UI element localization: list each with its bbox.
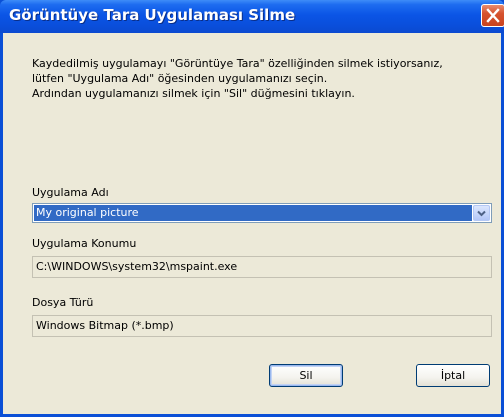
window-title: Görüntüye Tara Uygulaması Silme <box>9 6 296 24</box>
app-name-selected-value[interactable]: My original picture <box>34 205 472 221</box>
close-button[interactable] <box>481 4 504 27</box>
cancel-button[interactable]: İptal <box>416 364 490 387</box>
app-location-field: C:\WINDOWS\system32\mspaint.exe <box>32 256 492 278</box>
instructions-text: Kaydedilmiş uygulamayı "Görüntüye Tara" … <box>32 56 443 101</box>
chevron-down-icon <box>477 210 486 217</box>
close-icon <box>486 8 500 23</box>
file-type-field: Windows Bitmap (*.bmp) <box>32 315 492 337</box>
instructions-line: lütfen "Uygulama Adı" öğesinden uygulama… <box>32 72 328 85</box>
instructions-line: Kaydedilmiş uygulamayı "Görüntüye Tara" … <box>32 57 443 70</box>
title-bar[interactable]: Görüntüye Tara Uygulaması Silme <box>0 0 504 33</box>
instructions-line: Ardından uygulamanızı silmek için "Sil" … <box>32 87 355 100</box>
app-name-dropdown[interactable]: My original picture <box>32 203 492 223</box>
app-location-label: Uygulama Konumu <box>32 237 137 250</box>
dropdown-arrow-button[interactable] <box>473 205 490 221</box>
app-name-label: Uygulama Adı <box>32 186 109 199</box>
delete-button-label: Sil <box>299 369 313 382</box>
dialog-window: Görüntüye Tara Uygulaması Silme Kaydedil… <box>0 0 504 417</box>
file-type-label: Dosya Türü <box>32 296 94 309</box>
delete-button[interactable]: Sil <box>269 364 343 387</box>
cancel-button-label: İptal <box>440 369 466 382</box>
